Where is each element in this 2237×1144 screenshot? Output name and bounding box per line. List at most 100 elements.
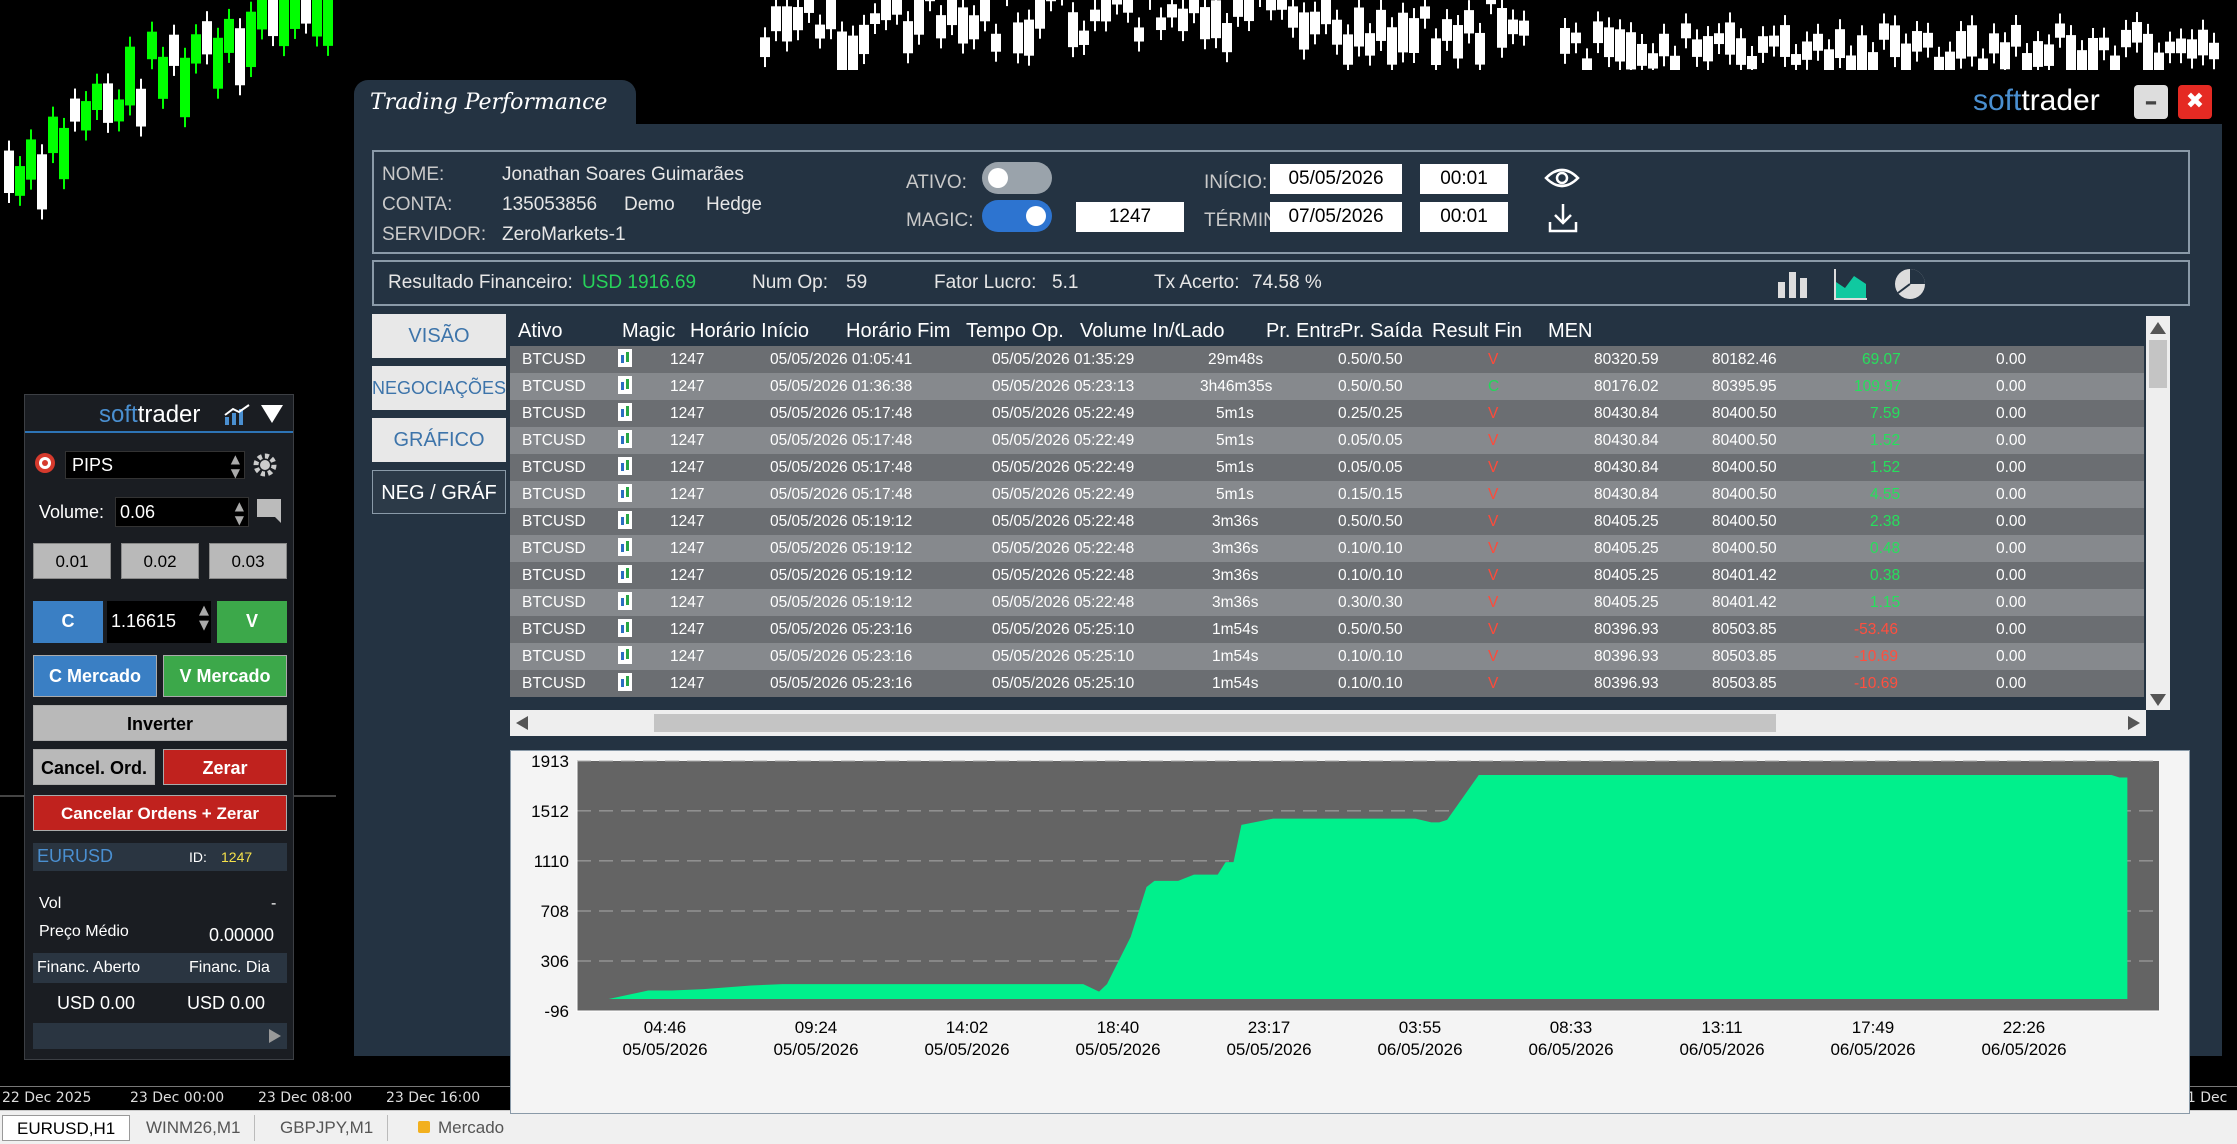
lot-button-2[interactable]: 0.02 xyxy=(121,543,199,579)
table-row[interactable]: BTCUSD 1247 05/05/2026 01:36:38 05/05/2026 … xyxy=(510,373,2144,400)
tab-overview[interactable]: VISÃO GERAL xyxy=(372,314,506,391)
gear-icon[interactable] xyxy=(253,453,277,477)
scroll-thumb[interactable] xyxy=(654,714,1776,732)
start-date-input[interactable]: 05/05/2026 xyxy=(1270,164,1402,194)
table-row[interactable]: BTCUSD 1247 05/05/2026 05:19:12 05/05/2026 … xyxy=(510,535,2144,562)
cell-volume-in-out: 0.15/0.15 xyxy=(1338,486,1403,503)
magic-input[interactable]: 1247 xyxy=(1076,202,1184,232)
table-row[interactable]: BTCUSD 1247 05/05/2026 05:19:12 05/05/2026 … xyxy=(510,562,2144,589)
chart-icon[interactable] xyxy=(618,484,632,502)
table-row[interactable]: BTCUSD 1247 05/05/2026 05:19:12 05/05/2026 … xyxy=(510,589,2144,616)
column-header[interactable]: Magic xyxy=(622,316,676,346)
tab-trades[interactable]: NEGOCIAÇÕES xyxy=(372,366,506,410)
table-row[interactable]: BTCUSD 1247 05/05/2026 05:17:48 05/05/2026 … xyxy=(510,454,2144,481)
chart-tab[interactable]: Mercado xyxy=(400,1115,518,1141)
candle-body xyxy=(1879,23,1889,40)
candle-body xyxy=(815,24,825,39)
cancel-orders-button[interactable]: Cancel. Ord. xyxy=(33,749,155,785)
chart-tab[interactable]: WINM26,M1 xyxy=(132,1115,256,1141)
chart-icon[interactable] xyxy=(618,403,632,421)
cell-tempo-op-: 5m1s xyxy=(1216,459,1254,476)
chart-icon[interactable] xyxy=(618,457,632,475)
column-header[interactable]: MEN xyxy=(1548,316,1593,346)
chart-icon[interactable] xyxy=(618,673,632,691)
pie-chart-icon[interactable] xyxy=(1892,266,1928,302)
sell-market-button[interactable]: V Mercado xyxy=(163,655,287,697)
table-row[interactable]: BTCUSD 1247 05/05/2026 05:19:12 05/05/2026 … xyxy=(510,508,2144,535)
candle-body xyxy=(114,99,124,122)
cell-pr-sa-da: 80400.50 xyxy=(1712,432,1777,449)
end-time-input[interactable]: 00:01 xyxy=(1420,202,1508,232)
cell-ativo: BTCUSD xyxy=(522,351,586,368)
table-row[interactable]: BTCUSD 1247 05/05/2026 05:23:16 05/05/2026 … xyxy=(510,643,2144,670)
vertical-scrollbar[interactable] xyxy=(2146,316,2170,710)
buy-button[interactable]: C xyxy=(33,601,103,643)
chart-tab[interactable]: EURUSD,H1 xyxy=(2,1115,131,1141)
x-tick-time: 08:33 xyxy=(1550,1018,1593,1037)
result-label: Resultado Financeiro: xyxy=(388,272,573,293)
column-header[interactable]: Horário Fim xyxy=(846,316,951,346)
close-button[interactable]: ✖ xyxy=(2178,85,2212,119)
table-row[interactable]: BTCUSD 1247 05/05/2026 05:23:16 05/05/2026 … xyxy=(510,670,2144,697)
table-row[interactable]: BTCUSD 1247 05/05/2026 05:17:48 05/05/2026 … xyxy=(510,481,2144,508)
chart-icon[interactable] xyxy=(618,430,632,448)
active-toggle[interactable] xyxy=(982,162,1052,194)
volume-input[interactable]: 0.06 ▲ ▼ xyxy=(115,497,249,527)
candle-body xyxy=(1035,0,1045,29)
scroll-right-icon[interactable] xyxy=(2128,716,2140,730)
buy-market-button[interactable]: C Mercado xyxy=(33,655,157,697)
start-time-input[interactable]: 00:01 xyxy=(1420,164,1508,194)
chart-icon[interactable] xyxy=(618,619,632,637)
lot-button-1[interactable]: 0.01 xyxy=(33,543,111,579)
scroll-down-icon[interactable] xyxy=(2150,694,2166,706)
candle-body xyxy=(1475,32,1485,65)
eye-icon[interactable] xyxy=(1544,166,1580,190)
mode-select[interactable]: PIPS ▲ ▼ xyxy=(65,451,245,480)
download-icon[interactable] xyxy=(1548,202,1578,234)
horizontal-scrollbar[interactable] xyxy=(510,710,2146,736)
collapse-icon[interactable] xyxy=(261,405,283,423)
area-chart-icon[interactable] xyxy=(1834,268,1868,300)
candle-body xyxy=(103,83,113,123)
minimize-button[interactable]: – xyxy=(2134,85,2168,119)
bar-chart-icon[interactable] xyxy=(1776,268,1810,300)
magic-toggle[interactable] xyxy=(982,200,1052,232)
end-date-input[interactable]: 07/05/2026 xyxy=(1270,202,1402,232)
chart-icon[interactable] xyxy=(618,646,632,664)
table-row[interactable]: BTCUSD 1247 05/05/2026 05:23:16 05/05/2026 … xyxy=(510,616,2144,643)
column-header[interactable]: Tempo Op. xyxy=(966,316,1064,346)
table-row[interactable]: BTCUSD 1247 05/05/2026 01:05:41 05/05/2026 … xyxy=(510,346,2144,373)
column-header[interactable]: Ativo xyxy=(518,316,563,346)
chart-icon[interactable] xyxy=(618,538,632,556)
chart-icon[interactable] xyxy=(618,565,632,583)
scroll-up-icon[interactable] xyxy=(2150,322,2166,334)
chart-icon[interactable] xyxy=(223,403,251,427)
vol-value: - xyxy=(271,895,277,912)
chart-icon[interactable] xyxy=(618,592,632,610)
cell-result-fin: 4.55 xyxy=(1870,486,1901,503)
tab-chart[interactable]: GRÁFICO xyxy=(372,418,506,462)
table-row[interactable]: BTCUSD 1247 05/05/2026 05:17:48 05/05/2026 … xyxy=(510,427,2144,454)
chart-icon[interactable] xyxy=(618,376,632,394)
column-header[interactable]: Pr. Saída xyxy=(1340,316,1423,346)
tab-trades-chart[interactable]: NEG / GRÁF xyxy=(372,470,506,514)
sell-button[interactable]: V xyxy=(217,601,287,643)
table-row[interactable]: BTCUSD 1247 05/05/2026 05:17:48 05/05/2026 … xyxy=(510,400,2144,427)
candle-body xyxy=(1266,0,1276,11)
zero-button[interactable]: Zerar xyxy=(163,749,287,785)
scroll-left-icon[interactable] xyxy=(516,716,528,730)
calculator-icon[interactable] xyxy=(257,499,283,523)
chart-tab[interactable]: GBPJPY,M1 xyxy=(266,1115,389,1141)
price-input[interactable]: 1.16615 ▲ ▼ xyxy=(107,601,211,643)
column-header[interactable]: Horário Início xyxy=(690,316,809,346)
lot-button-3[interactable]: 0.03 xyxy=(209,543,287,579)
expand-icon[interactable] xyxy=(269,1029,281,1043)
scroll-thumb[interactable] xyxy=(2149,340,2167,388)
chart-icon[interactable] xyxy=(618,349,632,367)
invert-button[interactable]: Inverter xyxy=(33,705,287,741)
column-header[interactable]: Lado xyxy=(1180,316,1225,346)
cancel-and-zero-button[interactable]: Cancelar Ordens + Zerar xyxy=(33,795,287,831)
chart-icon[interactable] xyxy=(618,511,632,529)
x-tick-date: 05/05/2026 xyxy=(622,1040,707,1059)
column-header[interactable]: Result Fin xyxy=(1432,316,1523,346)
